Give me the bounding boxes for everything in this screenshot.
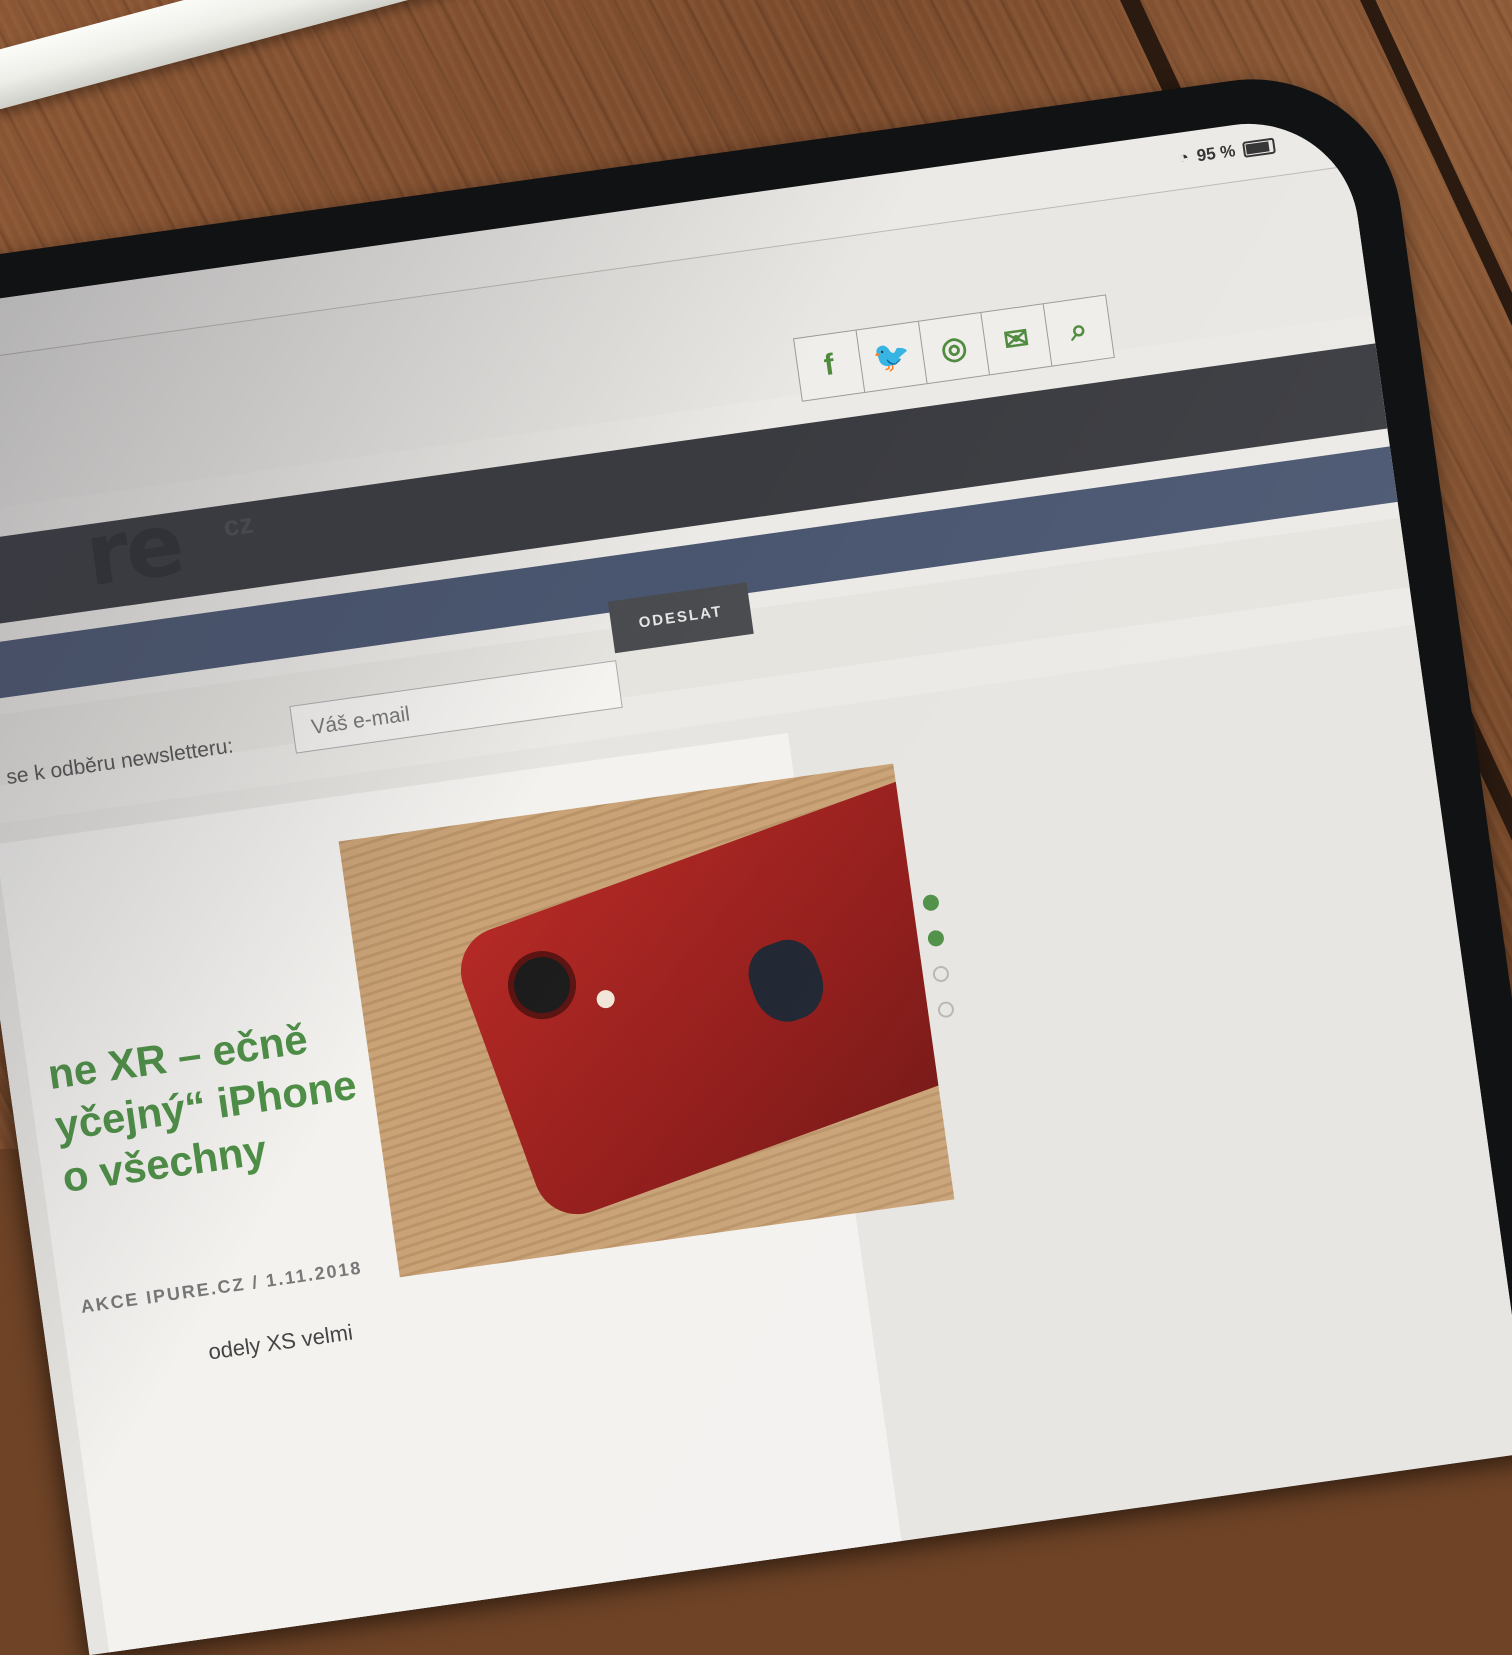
mail-icon[interactable]: ✉ [981, 304, 1053, 375]
camera-flash [594, 987, 618, 1011]
slider-dot[interactable] [931, 964, 950, 984]
slider-dot[interactable] [926, 929, 945, 948]
site-logo[interactable]: re [80, 494, 188, 606]
apple-logo-icon [739, 931, 834, 1031]
battery-percent: 95 % [1195, 141, 1237, 166]
camera-lens [498, 941, 586, 1029]
twitter-icon[interactable]: 🐦 [856, 321, 928, 392]
battery-fill [1245, 141, 1270, 155]
search-icon[interactable]: ⌕ [1044, 296, 1114, 366]
tablet-screen: ◔ 95 % f 🐦 ◎ ✉ ⌕ re cz se k odběru newsl… [0, 109, 1512, 1655]
slider-dot[interactable] [936, 1000, 955, 1019]
facebook-icon[interactable]: f [794, 330, 866, 401]
status-bar: ◔ 95 % [1177, 136, 1276, 169]
slider-dot[interactable] [921, 893, 940, 912]
site-logo-suffix: cz [221, 507, 256, 543]
tablet-device: ◔ 95 % f 🐦 ◎ ✉ ⌕ re cz se k odběru newsl… [0, 60, 1512, 1655]
article-hero-image[interactable] [338, 763, 955, 1278]
battery-icon [1242, 137, 1276, 158]
iphone-xr-red-image [448, 766, 955, 1227]
instagram-icon[interactable]: ◎ [918, 312, 990, 384]
wifi-icon: ◔ [1177, 147, 1191, 168]
